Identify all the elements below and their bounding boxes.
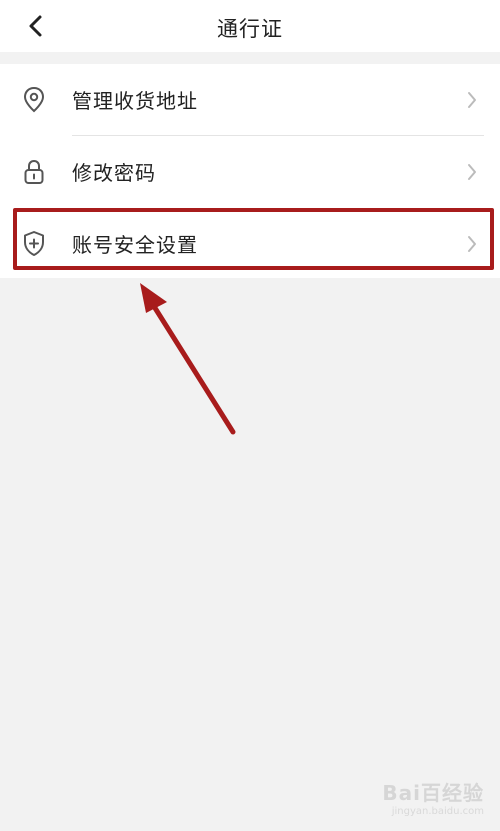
menu-item-label: 修改密码 xyxy=(72,160,156,185)
passport-page: 通行证 管理收货地址 修改密码 账号安全设置 Bai百经验 jingyan.ba… xyxy=(0,0,500,831)
watermark-brand: Bai百经验 xyxy=(382,781,484,805)
chevron-right-icon xyxy=(466,162,478,182)
settings-menu: 管理收货地址 修改密码 账号安全设置 xyxy=(0,64,500,278)
menu-item-label: 账号安全设置 xyxy=(72,232,198,257)
menu-item-account-security[interactable]: 账号安全设置 xyxy=(0,208,500,279)
location-pin-icon xyxy=(21,86,47,114)
shield-plus-icon xyxy=(21,230,47,258)
menu-item-manage-address[interactable]: 管理收货地址 xyxy=(0,64,500,135)
top-bar: 通行证 xyxy=(0,0,500,52)
menu-item-change-password[interactable]: 修改密码 xyxy=(0,136,500,207)
page-title: 通行证 xyxy=(217,17,283,41)
watermark: Bai百经验 jingyan.baidu.com xyxy=(382,777,484,817)
menu-item-label: 管理收货地址 xyxy=(72,88,198,113)
lock-icon xyxy=(21,158,47,186)
chevron-right-icon xyxy=(466,90,478,110)
watermark-url: jingyan.baidu.com xyxy=(391,806,484,817)
chevron-right-icon xyxy=(466,234,478,254)
